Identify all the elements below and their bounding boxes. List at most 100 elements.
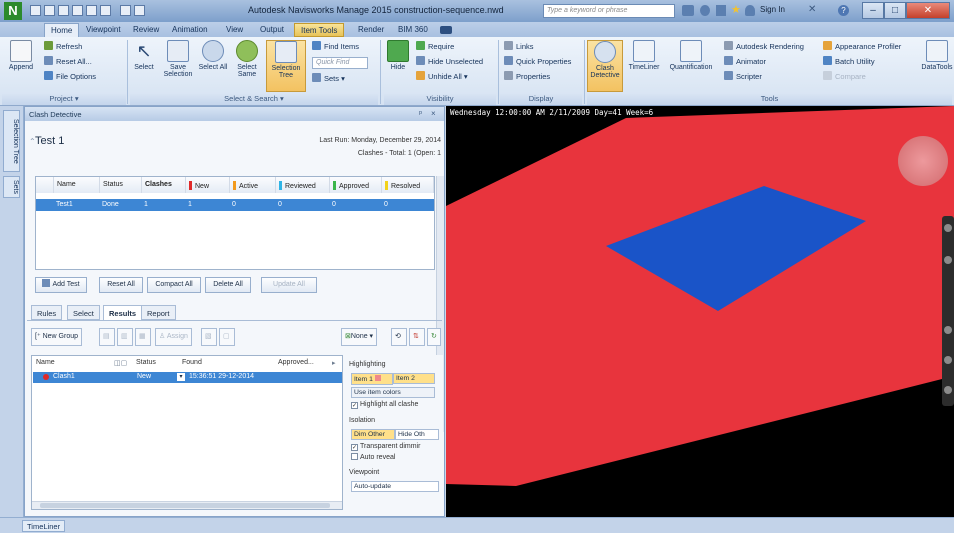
hide-other-button[interactable]: Hide Oth [395,429,439,440]
tab-results[interactable]: Results [103,305,143,320]
reset-status-icon[interactable]: ↻ [427,328,441,346]
tab-bim360[interactable]: BIM 360 [392,23,434,37]
delete-all-button[interactable]: Delete All [205,277,251,293]
tab-item-tools[interactable]: Item Tools [294,23,345,37]
open-file-icon[interactable] [44,5,55,16]
sign-in-link[interactable]: Sign In [760,5,785,14]
results-header-scroll-icon[interactable]: ▸ [332,359,336,367]
transparent-dimming-checkbox[interactable]: ✓ Transparent dimmir [351,443,420,451]
use-item-colors-button[interactable]: Use item colors [351,387,435,398]
assign-button[interactable]: ♙ Assign [155,328,192,346]
results-header-found[interactable]: Found [182,359,202,366]
unhide-all-button[interactable]: Unhide All ▾ [416,71,468,83]
table-row[interactable]: Test1 Done 1 1 0 0 0 0 [36,199,434,211]
find-items-button[interactable]: Find Items [312,41,359,53]
grid-header-reviewed[interactable]: Reviewed [276,177,330,193]
pan-icon[interactable] [944,256,952,264]
hide-button[interactable]: Hide [384,40,412,92]
tab-render[interactable]: Render [352,23,390,37]
select-icon[interactable] [134,5,145,16]
filter-none-dropdown[interactable]: ⊠None ▾ [341,328,378,346]
zoom-icon[interactable] [944,326,952,334]
undo-icon[interactable] [86,5,97,16]
save-icon[interactable] [58,5,69,16]
quantification-button[interactable]: Quantification [665,40,717,92]
tab-report[interactable]: Report [141,305,176,320]
communication-icon[interactable] [716,5,726,16]
appearance-profiler-button[interactable]: Appearance Profiler [823,41,901,53]
selection-tree-button[interactable]: Selection Tree [266,40,306,92]
tab-rules[interactable]: Rules [31,305,63,320]
dim-other-button[interactable]: Dim Other [351,429,395,440]
steering-wheel-icon[interactable] [944,224,952,232]
status-dropdown-icon[interactable]: ▾ [177,373,185,381]
tab-view[interactable]: View [220,23,249,37]
grid-header-name[interactable]: Name [54,177,100,193]
panel-pin-icon[interactable]: ᵖ [419,109,422,118]
compare-button[interactable]: Compare [823,71,866,83]
tab-animation[interactable]: Animation [166,23,214,37]
ungroup-icon-button[interactable]: ▥ [117,328,133,346]
new-file-icon[interactable] [30,5,41,16]
grid-header-approved[interactable]: Approved [330,177,382,193]
results-header-status[interactable]: Status [136,359,156,366]
tab-review[interactable]: Review [127,23,165,37]
help-icon[interactable]: ? [838,5,849,16]
sort-icon[interactable]: ⇅ [409,328,425,346]
table-row[interactable]: Clash1 New ▾ 15:36:51 29-12-2014 [33,372,342,383]
3d-viewport[interactable]: Wednesday 12:00:00 AM 2/11/2009 Day=41 W… [446,106,954,517]
favorites-star-icon[interactable]: ★ [731,3,741,16]
grid-header-active[interactable]: Active [230,177,276,193]
app-logo[interactable]: N [4,2,22,20]
search-input[interactable]: Type a keyword or phrase [543,4,675,18]
item1-highlight-button[interactable]: Item 1 [351,373,393,385]
print-icon[interactable] [72,5,83,16]
orbit-icon[interactable] [944,356,952,364]
tab-output[interactable]: Output [254,23,290,37]
autodesk-rendering-button[interactable]: Autodesk Rendering [724,41,804,53]
highlight-all-checkbox[interactable]: ✓ Highlight all clashe [351,401,418,409]
look-icon[interactable] [944,386,952,394]
project-group-label[interactable]: Project ▾ [2,94,126,105]
timeliner-dock-tab[interactable]: TimeLiner [22,520,66,532]
update-all-button[interactable]: Update All [261,277,317,293]
results-header-approved[interactable]: Approved... [278,359,314,366]
batch-utility-button[interactable]: Batch Utility [823,56,875,68]
close-button[interactable]: ✕ [906,2,950,19]
viewcube-icon[interactable] [898,136,948,186]
quick-find-input[interactable]: Quick Find [312,57,368,69]
binoculars-icon[interactable] [682,5,694,16]
reset-all-test-button[interactable]: Reset All [99,277,143,293]
navigation-bar[interactable] [942,216,954,406]
tab-home[interactable]: Home [44,23,80,37]
user-icon[interactable] [745,5,755,16]
hide-unselected-button[interactable]: Hide Unselected [416,56,483,68]
refresh-icon[interactable] [120,5,131,16]
quick-properties-button[interactable]: Quick Properties [504,56,571,68]
auto-reveal-checkbox[interactable]: Auto reveal [351,453,395,461]
scripter-button[interactable]: Scripter [724,71,762,83]
select-button[interactable]: ↖ Select [130,40,158,92]
select-search-group-label[interactable]: Select & Search ▾ [130,94,378,105]
grid-header-status[interactable]: Status [100,177,142,193]
sets-dropdown[interactable]: Sets ▾ [312,73,345,85]
tests-grid[interactable]: Name Status Clashes New Active Reviewed … [35,176,435,270]
subscription-icon[interactable] [700,5,710,16]
reset-all-button[interactable]: Reset All... [44,56,92,68]
properties-button[interactable]: Properties [504,71,550,83]
comment-icon-button[interactable]: ▢ [219,328,235,346]
file-options-button[interactable]: File Options [44,71,96,83]
links-button[interactable]: Links [504,41,534,53]
select-same-button[interactable]: Select Same [230,40,264,92]
unassign-icon-button[interactable]: ▧ [201,328,217,346]
append-button[interactable]: Append [4,40,38,92]
clash-detective-button[interactable]: Clash Detective [587,40,623,92]
animator-button[interactable]: Animator [724,56,766,68]
grid-header-clashes[interactable]: Clashes [142,177,186,193]
grid-header-new[interactable]: New [186,177,230,193]
minimize-button[interactable]: – [862,2,884,19]
refresh-button[interactable]: Refresh [44,41,82,53]
timeliner-button[interactable]: TimeLiner [625,40,663,92]
maximize-button[interactable]: □ [884,2,906,19]
panel-close-button[interactable]: × [431,109,436,118]
